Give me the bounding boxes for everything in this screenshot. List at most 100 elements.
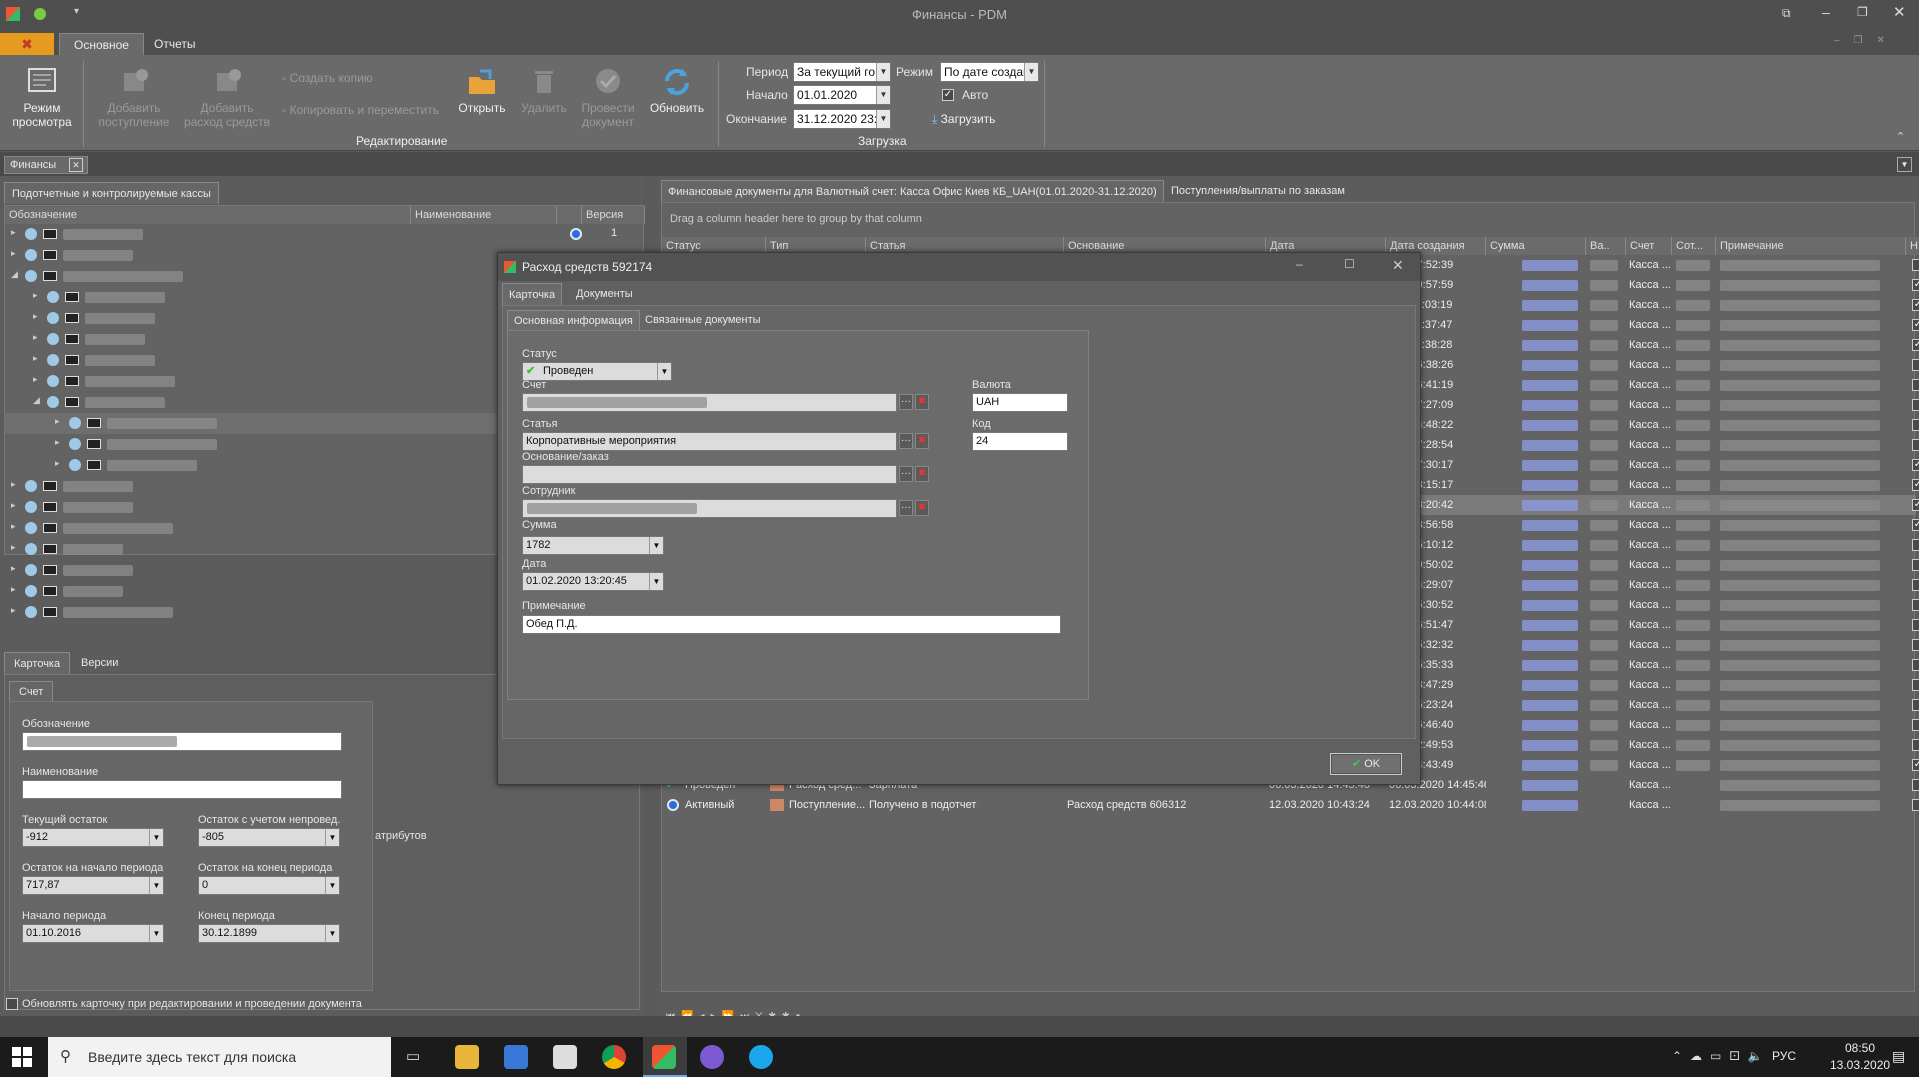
row-checkbox[interactable] [1912,599,1919,611]
expand-icon[interactable]: ▸ [33,353,38,364]
article-field[interactable]: Корпоративные мероприятия [522,432,897,451]
col-header[interactable]: Сумма [1486,237,1586,255]
col-header[interactable]: Ва.. [1586,237,1626,255]
create-copy-button[interactable]: ▫ Создать копию [282,71,373,85]
currency-field[interactable]: UAH [972,393,1068,412]
start-date-field[interactable]: 01.01.2020 ▼ [793,85,891,105]
designation-field[interactable] [22,732,342,751]
dialog-tab-card[interactable]: Карточка [502,283,563,305]
tree-row[interactable]: ▸ 1 [5,224,645,245]
refresh-button[interactable]: Обновить [648,67,706,115]
language-indicator[interactable]: РУС [1772,1049,1796,1063]
dialog-minimize-button[interactable]: – [1296,257,1303,271]
row-checkbox[interactable] [1912,539,1919,551]
add-expense-button[interactable]: Добавить расход средств [182,67,272,129]
pdm-app-icon[interactable] [652,1045,676,1069]
update-card-checkbox[interactable] [6,998,18,1010]
row-checkbox[interactable] [1912,719,1919,731]
row-checkbox[interactable] [1912,619,1919,631]
mode-select[interactable]: По дате создан ▼ [940,62,1039,82]
row-checkbox[interactable]: ✓ [1912,519,1919,531]
maximize-button[interactable]: ❐ [1857,5,1868,19]
row-checkbox[interactable] [1912,399,1919,411]
mdi-controls[interactable]: –❐✕ [1834,35,1899,46]
expand-icon[interactable]: ▸ [33,332,38,343]
expand-icon[interactable]: ▸ [33,374,38,385]
store-icon[interactable] [504,1045,528,1069]
expand-icon[interactable]: ▸ [55,416,60,427]
code-field[interactable]: 24 [972,432,1068,451]
clock-time[interactable]: 08:50 [1830,1041,1890,1055]
tab-reports[interactable]: Отчеты [140,33,209,55]
row-checkbox[interactable] [1912,659,1919,671]
file-explorer-icon[interactable] [455,1045,479,1069]
expand-icon[interactable]: ▸ [11,542,16,553]
employee-clear-icon[interactable]: ✖ [915,500,929,516]
notifications-icon[interactable]: ▤ [1892,1048,1905,1065]
collapse-ribbon-icon[interactable]: ⌃ [1896,130,1905,143]
minimize-button[interactable]: – [1822,4,1830,20]
row-checkbox[interactable] [1912,439,1919,451]
note-field[interactable]: Обед П.Д. [522,615,1061,634]
col-header[interactable]: Счет [1626,237,1672,255]
row-checkbox[interactable] [1912,799,1919,811]
row-checkbox[interactable]: ✓ [1912,759,1919,771]
ok-button[interactable]: ✔ OK [1330,753,1402,775]
start-button[interactable] [12,1047,32,1067]
dialog-close-button[interactable]: ✕ [1392,257,1404,274]
restore-icon[interactable]: ⧉ [1782,6,1791,21]
row-checkbox[interactable] [1912,419,1919,431]
employee-field[interactable] [522,499,897,518]
chrome-icon[interactable] [602,1045,626,1069]
row-checkbox[interactable]: ✓ [1912,299,1919,311]
auto-checkbox[interactable]: ✓ [942,89,954,101]
copy-move-button[interactable]: ▫ Копировать и переместить [282,103,439,117]
viber-icon[interactable] [700,1045,724,1069]
load-button[interactable]: ⤓ Загрузить [932,112,995,126]
expand-icon[interactable]: ◢ [33,395,40,406]
expand-icon[interactable]: ▸ [11,584,16,595]
article-clear-icon[interactable]: ✖ [915,433,929,449]
tab-main[interactable]: Основное [59,33,144,55]
account-browse-button[interactable]: ··· [899,394,913,410]
col-designation[interactable]: Обозначение [5,206,411,224]
expand-icon[interactable]: ▸ [11,479,16,490]
col-header[interactable]: Примечание [1716,237,1906,255]
dialog-maximize-button[interactable]: ☐ [1344,257,1355,271]
table-row[interactable]: Активный Поступление... Получено в подотче… [662,795,1919,815]
row-checkbox[interactable] [1912,579,1919,591]
versions-tab[interactable]: Версии [72,652,127,674]
tab-order-payments[interactable]: Поступления/выплаты по заказам [1165,180,1351,202]
balance-end-field[interactable]: 0 ▼ [198,876,340,895]
row-checkbox[interactable] [1912,739,1919,751]
tray-icons[interactable]: ⌃☁▭⚀🔈 [1672,1049,1771,1063]
subtab-main-info[interactable]: Основная информация [507,310,640,330]
row-checkbox[interactable] [1912,639,1919,651]
row-checkbox[interactable]: ✓ [1912,479,1919,491]
close-button[interactable]: ✕ [1893,3,1906,21]
expand-icon[interactable]: ▸ [11,227,16,238]
expand-icon[interactable]: ▸ [33,311,38,322]
task-view-icon[interactable]: ▭ [406,1047,420,1065]
skype-icon[interactable] [749,1045,773,1069]
article-browse-button[interactable]: ··· [899,433,913,449]
dialog-tab-documents[interactable]: Документы [570,283,639,305]
radio-icon[interactable] [570,228,582,240]
row-checkbox[interactable]: ✓ [1912,459,1919,471]
row-checkbox[interactable] [1912,699,1919,711]
delete-button[interactable]: Удалить [518,67,570,115]
expand-icon[interactable]: ▸ [11,521,16,532]
row-checkbox[interactable]: ✓ [1912,339,1919,351]
period-start-field[interactable]: 01.10.2016 ▼ [22,924,164,943]
open-button[interactable]: Открыть [456,67,508,115]
expand-icon[interactable]: ▸ [33,290,38,301]
row-checkbox[interactable]: ✓ [1912,499,1919,511]
tab-list-dropdown-icon[interactable]: ▼ [1897,157,1912,172]
row-checkbox[interactable] [1912,559,1919,571]
app-menu-button[interactable]: ✖ [0,33,54,55]
row-checkbox[interactable] [1912,679,1919,691]
basis-field[interactable] [522,465,897,484]
card-tab[interactable]: Карточка [4,652,71,674]
col-header[interactable]: Н.. [1906,237,1919,255]
col-version[interactable]: Версия [582,206,645,224]
